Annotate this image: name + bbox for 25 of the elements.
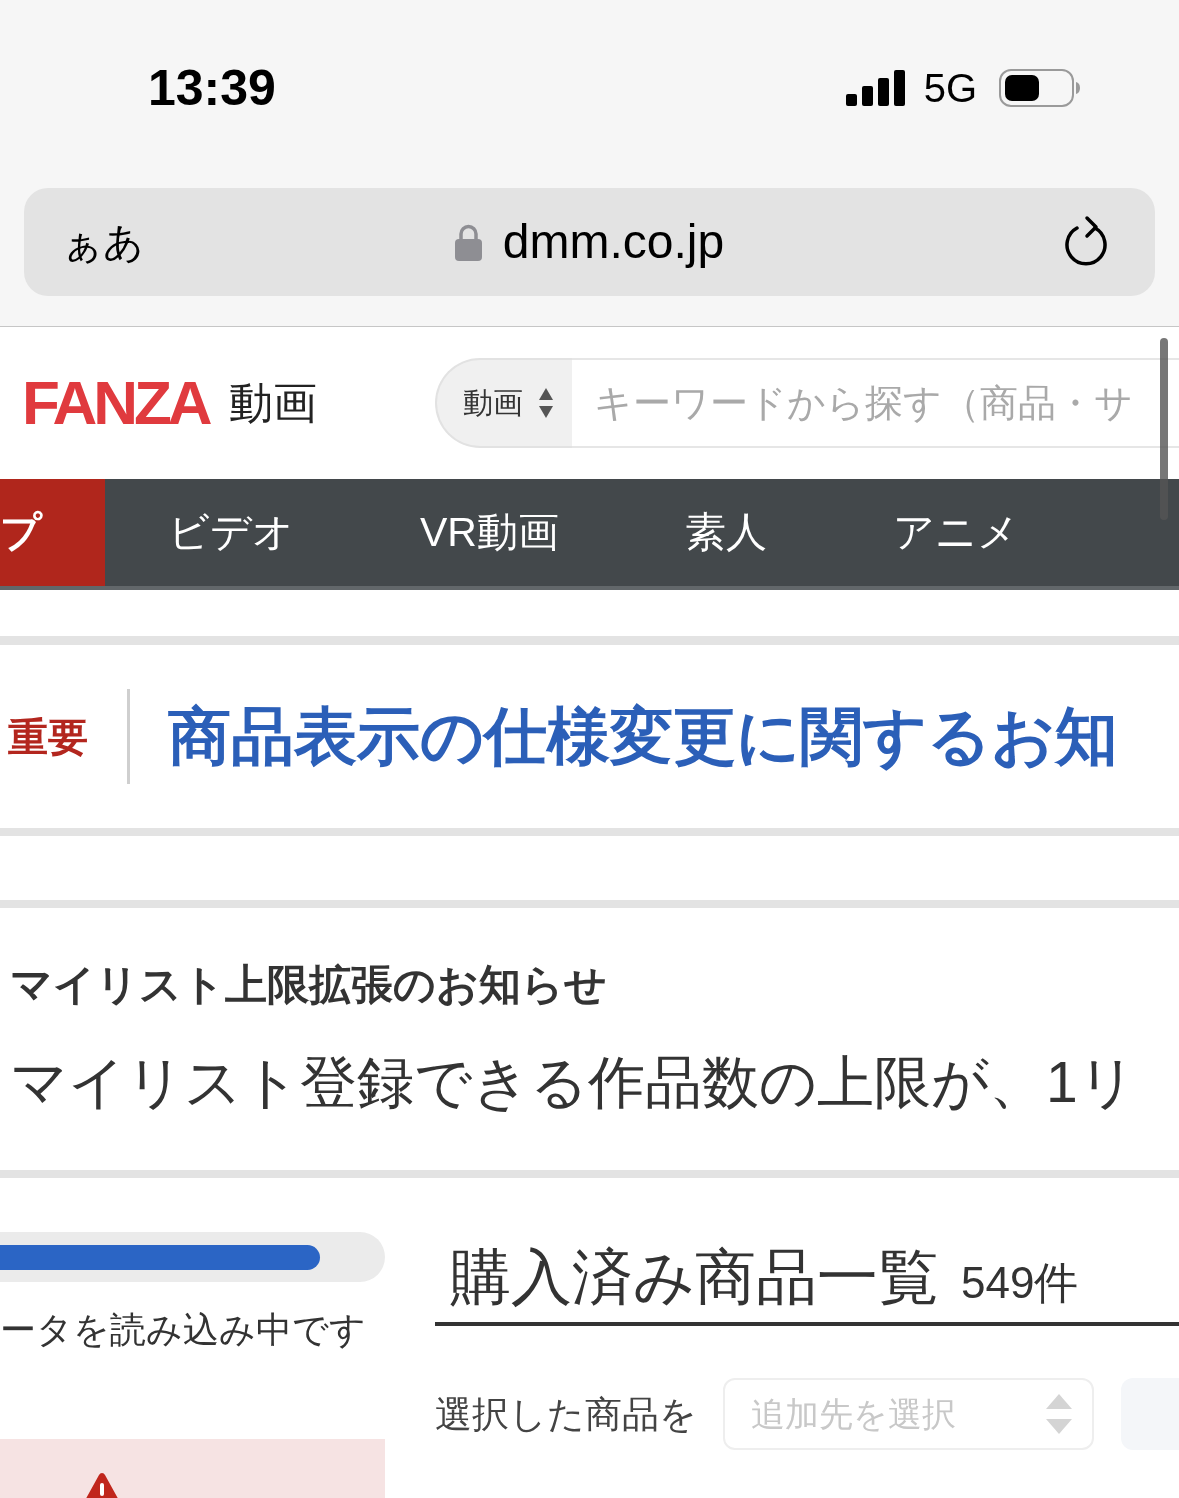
status-time: 13:39 (148, 63, 276, 113)
battery-icon (999, 69, 1080, 107)
lock-icon (454, 223, 482, 261)
site-logo[interactable]: FANZA (22, 372, 209, 434)
notice-heading: マイリスト上限拡張のお知らせ (10, 964, 608, 1006)
url-text[interactable]: dmm.co.jp (502, 218, 725, 266)
nav-tab[interactable]: プ (0, 479, 105, 586)
section-title: 動画 (228, 381, 317, 425)
nav-tab[interactable]: VR動画 (357, 479, 622, 586)
text-size-button[interactable]: ぁあ (62, 222, 144, 262)
item-count: 549件 (961, 1261, 1079, 1305)
important-label: 重要 (8, 716, 88, 757)
category-select[interactable]: 動画 (435, 358, 572, 448)
action-label: 選択した商品を (435, 1395, 697, 1433)
loading-message: ータを読み込み中です (0, 1312, 367, 1348)
signal-icon (845, 70, 906, 106)
network-type: 5G (923, 68, 977, 108)
search-field[interactable]: キーワードから探す（商品・サ (572, 358, 1179, 448)
updown-caret-icon (539, 388, 553, 418)
updown-caret-icon (1046, 1394, 1072, 1434)
section-heading: 購入済み商品一覧 (450, 1247, 939, 1308)
nav-tab[interactable]: アニメ (829, 479, 1082, 586)
nav-tab[interactable]: ビデオ (105, 479, 357, 586)
notice-text: マイリスト登録できる作品数の上限が、1リ (10, 1054, 1137, 1111)
nav-tab[interactable]: 素人 (621, 479, 830, 586)
